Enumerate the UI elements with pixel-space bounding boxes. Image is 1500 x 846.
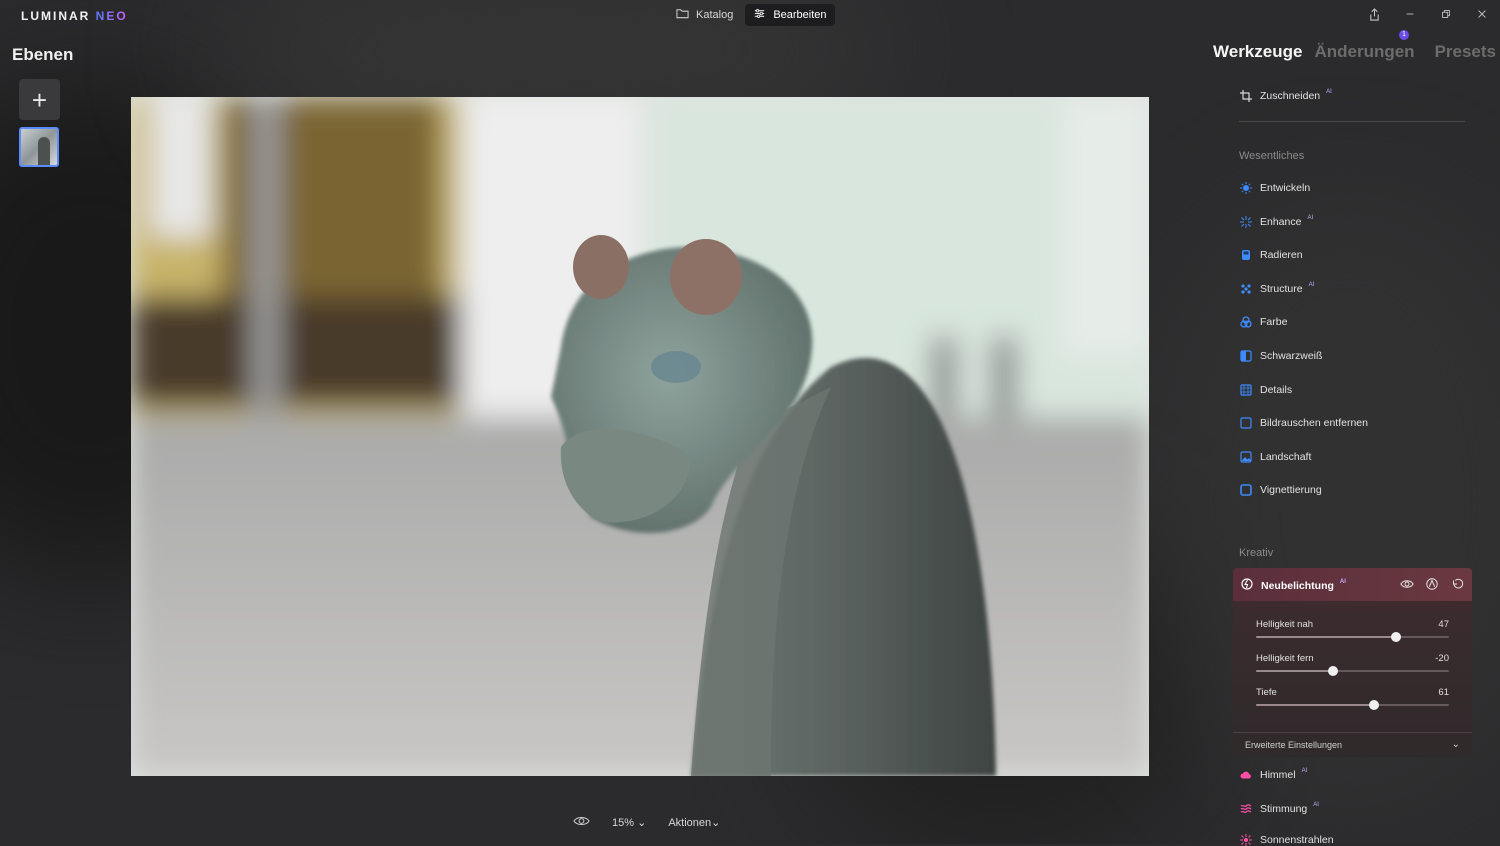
relight-title[interactable]: Neubelichtung AI [1241,578,1346,593]
chevron-down-icon: ⌄ [711,817,721,829]
tool-radieren[interactable]: Radieren [1240,249,1309,261]
details-icon [1240,384,1252,396]
vignette-icon [1240,484,1252,496]
tool-zuschneiden[interactable]: Zuschneiden AI [1240,89,1332,102]
layers-title: Ebenen [12,45,74,64]
tool-stimmung[interactable]: Stimmung AI [1240,802,1319,815]
add-layer-button[interactable]: + [19,79,60,120]
app-logo: LUMINAR NEO [21,9,128,23]
color-icon [1240,316,1252,328]
tool-farbe[interactable]: Farbe [1240,316,1293,328]
slider-knob[interactable] [1368,700,1379,710]
slider-track[interactable] [1256,632,1449,642]
tool-enhance[interactable]: Enhance AI [1240,215,1313,228]
advanced-settings-toggle[interactable]: Erweiterte Einstellungen [1245,740,1342,750]
sparkle-icon [1240,216,1252,228]
slider-knob[interactable] [1328,666,1339,676]
divider [1239,121,1465,122]
card-divider [1233,732,1472,733]
slider-track[interactable] [1256,700,1449,710]
zoom-dropdown[interactable]: 15% ⌄ [612,816,646,829]
minimize-icon[interactable] [1402,6,1418,22]
bottom-bar: 15% ⌄ Aktionen⌄ [573,815,720,830]
layer-thumbnail[interactable] [19,127,59,167]
tool-structure[interactable]: Structure AI [1240,282,1314,295]
window-controls [1366,6,1490,22]
chevron-down-icon: ⌄ [637,817,647,829]
relight-icon [1241,578,1253,593]
tool-landschaft[interactable]: Landschaft [1240,451,1317,463]
sliders-icon [753,7,766,23]
tab-presets[interactable]: Presets [1435,42,1496,62]
tab-werkzeuge[interactable]: Werkzeuge [1213,42,1302,62]
tab-aenderungen[interactable]: Änderungen [1314,42,1414,62]
relight-tool-card: Neubelichtung AI Helligkeit nah 47 Hellig… [1233,568,1472,757]
reset-icon[interactable] [1450,577,1464,596]
folder-icon [676,7,689,23]
visibility-eye-icon[interactable] [1400,577,1414,596]
tool-vignettierung[interactable]: Vignettierung [1240,484,1328,496]
landscape-icon [1240,451,1252,463]
close-icon[interactable] [1474,6,1490,22]
structure-icon [1240,283,1252,295]
chevron-down-icon[interactable]: ⌄ [1452,739,1460,750]
right-tabs: Werkzeuge Änderungen Presets [1213,42,1496,62]
tool-details[interactable]: Details [1240,384,1298,396]
bearbeiten-button[interactable]: Bearbeiten [745,4,835,26]
mood-icon [1240,803,1252,815]
eraser-icon [1240,249,1252,261]
changes-badge: 1 [1399,30,1409,40]
katalog-button[interactable]: Katalog [668,4,741,26]
restore-icon[interactable] [1438,6,1454,22]
mode-switcher: Katalog Bearbeiten [668,4,835,26]
crop-icon [1240,90,1252,102]
section-kreativ: Kreativ [1239,547,1274,559]
denoise-icon [1240,417,1252,429]
section-wesentliches: Wesentliches [1239,150,1305,162]
slider-knob[interactable] [1390,632,1401,642]
preview-eye-icon[interactable] [573,815,590,830]
tool-sonnenstrahlen[interactable]: Sonnenstrahlen [1240,834,1340,846]
tool-bildrauschen-entfernen[interactable]: Bildrauschen entfernen [1240,417,1374,429]
main-photo[interactable] [131,97,1149,776]
bw-icon [1240,350,1252,362]
tool-entwickeln[interactable]: Entwickeln [1240,182,1316,194]
relight-actions [1400,577,1464,596]
actions-dropdown[interactable]: Aktionen⌄ [668,816,720,829]
mask-icon[interactable] [1425,577,1439,596]
top-bar: LUMINAR NEO Katalog Bearbeiten [0,0,1500,30]
sun-icon [1240,182,1252,194]
tool-himmel[interactable]: Himmel AI [1240,768,1307,781]
cloud-icon [1240,769,1252,781]
sunrays-icon [1240,834,1252,846]
share-icon[interactable] [1366,6,1382,22]
tool-schwarzweiss[interactable]: Schwarzweiß [1240,350,1328,362]
slider-track[interactable] [1256,666,1449,676]
